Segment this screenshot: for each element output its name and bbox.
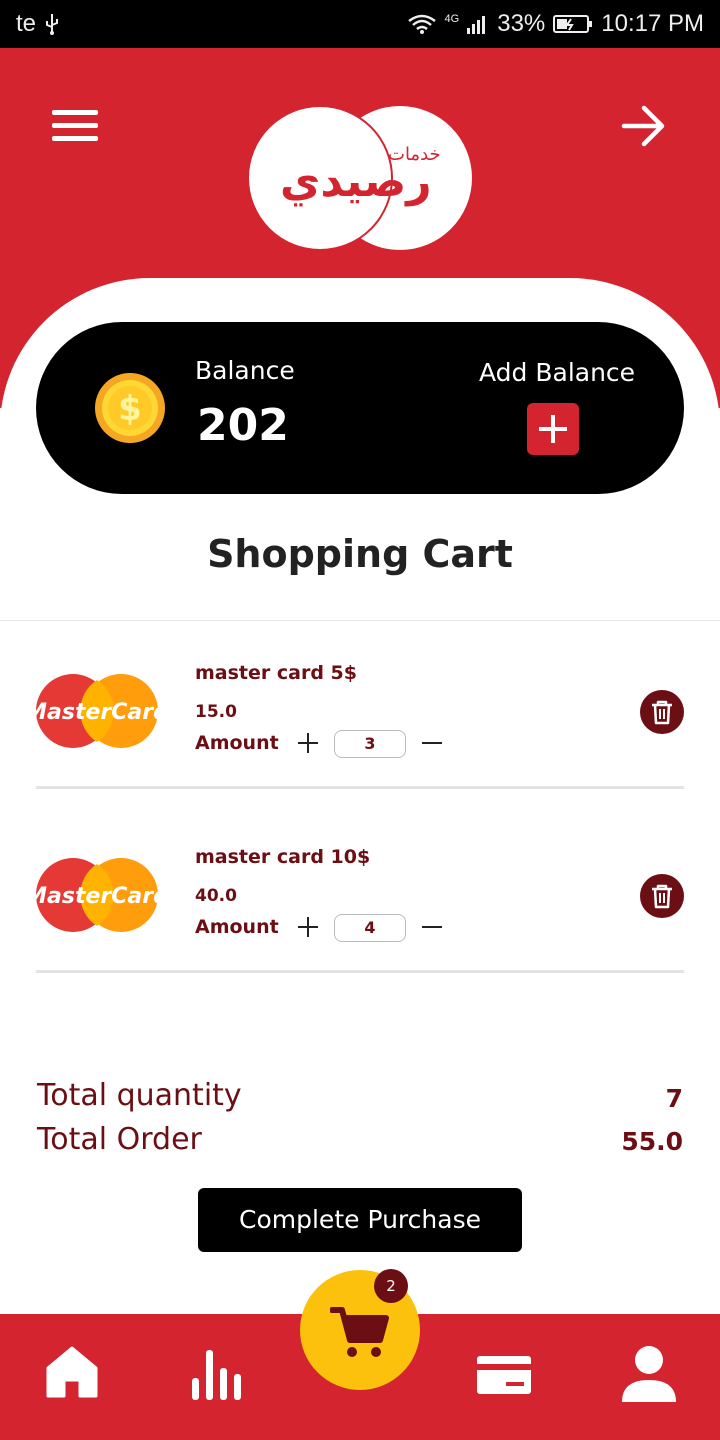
home-icon[interactable]	[44, 1340, 100, 1404]
battery-icon	[553, 15, 593, 33]
clock: 10:17 PM	[601, 10, 704, 37]
balance-label: Balance	[195, 356, 295, 385]
quantity-field[interactable]: 4	[334, 914, 406, 942]
item-name: master card 5$	[195, 662, 357, 684]
user-icon[interactable]	[620, 1340, 678, 1404]
svg-text:MasterCard: MasterCard	[35, 700, 159, 725]
signal-icon	[467, 16, 486, 34]
logo-text-main: رصيدي	[280, 156, 432, 207]
cart-count-badge: 2	[374, 1269, 408, 1303]
increase-quantity-button[interactable]	[298, 732, 320, 754]
usb-icon	[46, 14, 59, 35]
wifi-icon	[407, 14, 436, 34]
menu-icon[interactable]	[52, 108, 100, 144]
status-bar: te 4G 33% 10:17 PM	[0, 0, 720, 48]
divider	[0, 620, 720, 621]
item-price: 15.0	[195, 702, 237, 722]
delete-item-button[interactable]	[640, 874, 684, 918]
mastercard-logo: MasterCard	[35, 674, 159, 748]
item-price: 40.0	[195, 886, 237, 906]
mastercard-logo: MasterCard	[35, 858, 159, 932]
carrier-label: te	[16, 10, 37, 37]
add-balance-label: Add Balance	[479, 358, 636, 387]
balance-value: 202	[197, 400, 289, 451]
item-name: master card 10$	[195, 846, 371, 868]
quantity-field[interactable]: 3	[334, 730, 406, 758]
card-icon[interactable]	[476, 1340, 532, 1404]
page-title: Shopping Cart	[207, 532, 513, 576]
trash-icon	[652, 700, 672, 725]
increase-quantity-button[interactable]	[298, 916, 320, 938]
delete-item-button[interactable]	[640, 690, 684, 734]
total-quantity-label: Total quantity	[37, 1078, 242, 1113]
total-order-label: Total Order	[37, 1122, 202, 1157]
svg-text:MasterCard: MasterCard	[35, 884, 159, 909]
total-quantity-value: 7	[665, 1084, 683, 1113]
arrow-right-icon[interactable]	[620, 104, 668, 148]
total-order-value: 55.0	[621, 1127, 683, 1156]
network-type: 4G	[444, 13, 460, 25]
add-balance-button[interactable]	[527, 403, 579, 455]
battery-percent: 33%	[497, 10, 546, 37]
decrease-quantity-button[interactable]	[422, 926, 442, 928]
app-logo: خدمات رصيدي	[246, 104, 474, 252]
amount-label: Amount	[195, 916, 279, 938]
divider	[36, 970, 684, 973]
complete-purchase-button[interactable]: Complete Purchase	[198, 1188, 522, 1252]
stats-icon[interactable]	[190, 1340, 244, 1404]
amount-label: Amount	[195, 732, 279, 754]
cart-item: MasterCard master card 10$ 40.0 Amount 4	[0, 806, 720, 990]
svg-text:$: $	[118, 389, 142, 429]
coin-icon: $	[95, 373, 165, 443]
trash-icon	[652, 884, 672, 909]
cart-icon	[330, 1307, 389, 1357]
decrease-quantity-button[interactable]	[422, 742, 442, 744]
cart-item: MasterCard master card 5$ 15.0 Amount 3	[0, 622, 720, 806]
divider	[36, 786, 684, 789]
